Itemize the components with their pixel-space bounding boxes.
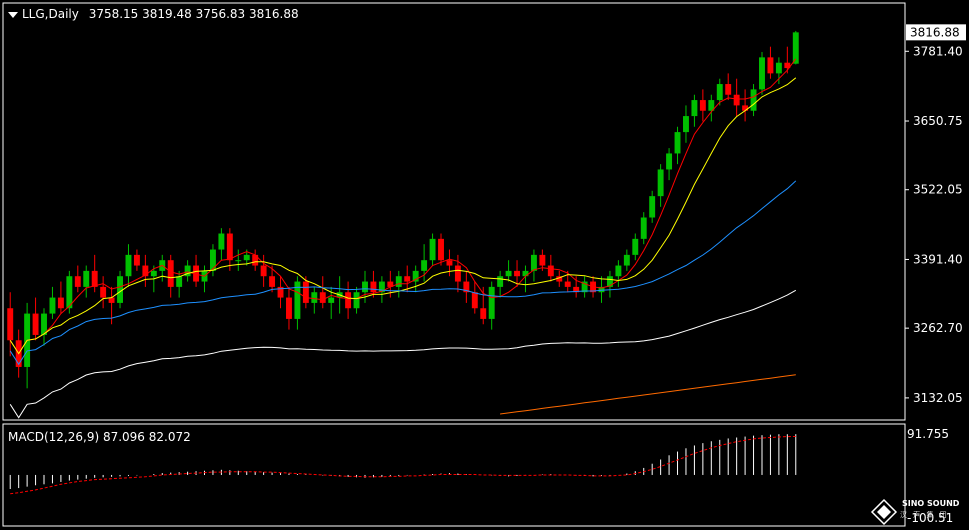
- candle-body: [209, 249, 216, 271]
- price-tick-label: 3650.75: [913, 114, 963, 128]
- candle-body: [530, 254, 537, 271]
- chart-header: LLG,Daily 3758.15 3819.48 3756.83 3816.8…: [8, 7, 299, 21]
- candle-body: [522, 270, 529, 277]
- candle-body: [623, 254, 630, 266]
- dropdown-triangle-icon[interactable]: [8, 11, 18, 18]
- candle-body: [302, 281, 309, 303]
- candle-body: [49, 297, 56, 314]
- macd-axis-top: 91.755: [907, 427, 949, 441]
- candle-body: [235, 260, 242, 262]
- ohlc-values: 3758.15 3819.48 3756.83 3816.88: [88, 7, 299, 21]
- candle-body: [395, 276, 402, 287]
- price-tick-label: 3781.40: [913, 44, 963, 58]
- candle-body: [691, 100, 698, 117]
- ma-long-line: [500, 374, 796, 415]
- candle-body: [775, 62, 782, 74]
- price-axis: 3781.40 3650.75 3522.05 3391.40 3262.70 3132.…: [905, 24, 966, 525]
- chart-canvas[interactable]: 3781.40 3650.75 3522.05 3391.40 3262.70 3132.…: [0, 0, 969, 530]
- candle-body: [615, 265, 622, 277]
- price-tick-label: 3262.70: [913, 321, 963, 335]
- candle-body: [767, 57, 774, 74]
- candle-body: [328, 297, 335, 303]
- watermark-sub: 汉 声 集 团: [900, 511, 949, 519]
- candle-body: [353, 292, 360, 309]
- candle-body: [226, 233, 233, 261]
- candle-body: [480, 308, 487, 319]
- current-price-label: 3816.88: [910, 25, 960, 39]
- candle-body: [488, 286, 495, 319]
- watermark-brand: SINO SOUND: [902, 499, 960, 508]
- candle-body: [150, 270, 157, 277]
- candle-body: [370, 281, 377, 293]
- candle-body: [742, 105, 749, 111]
- candle-body: [674, 132, 681, 154]
- candle-body: [750, 89, 757, 111]
- candle-body: [725, 84, 732, 95]
- candle-body: [759, 57, 765, 90]
- candle-body: [345, 292, 352, 309]
- candle-body: [218, 233, 225, 250]
- price-tick-label: 3391.40: [913, 252, 963, 266]
- candle-body: [100, 286, 107, 298]
- candle-body: [733, 94, 740, 106]
- candle-body: [657, 169, 664, 197]
- candle-body: [108, 297, 115, 303]
- candle-body: [421, 260, 428, 271]
- candle-body: [269, 276, 276, 287]
- candle-body: [683, 116, 689, 133]
- candle-body: [632, 238, 639, 255]
- candle-body: [514, 270, 520, 277]
- candle-body: [362, 281, 368, 293]
- candle-body: [286, 297, 292, 319]
- macd-label: MACD(12,26,9) 87.096 82.072: [8, 430, 191, 444]
- candle-body: [497, 276, 504, 287]
- symbol-timeframe: LLG,Daily: [22, 7, 79, 21]
- candlestick-series: [7, 30, 799, 389]
- candle-body: [699, 100, 706, 111]
- candle-body: [319, 292, 326, 303]
- candle-body: [429, 238, 436, 261]
- candle-body: [649, 196, 656, 218]
- candle-body: [176, 276, 183, 287]
- candle-body: [640, 217, 647, 239]
- candle-body: [83, 270, 90, 287]
- price-tick-label: 3522.05: [913, 183, 963, 197]
- candle-body: [438, 238, 444, 261]
- candle-body: [454, 265, 461, 282]
- candle-body: [547, 265, 554, 277]
- candle-body: [716, 84, 723, 101]
- candle-body: [666, 153, 673, 170]
- candle-body: [260, 265, 267, 277]
- ma60-line: [9, 289, 797, 419]
- candle-body: [471, 292, 478, 309]
- price-tick-label: 3132.05: [913, 391, 963, 405]
- candle-body: [133, 254, 140, 266]
- candle-body: [311, 292, 318, 303]
- ma5-line: [9, 58, 797, 355]
- candle-body: [243, 254, 250, 261]
- candle-body: [446, 260, 453, 266]
- candle-body: [564, 281, 571, 287]
- moving-averages: [9, 58, 797, 419]
- candle-body: [7, 308, 14, 341]
- candle-body: [167, 260, 174, 287]
- candle-body: [32, 313, 39, 335]
- candle-body: [125, 254, 132, 277]
- candle-body: [404, 276, 411, 282]
- candle-body: [91, 270, 98, 287]
- candle-body: [74, 276, 81, 287]
- candle-body: [57, 297, 64, 309]
- candle-body: [505, 270, 512, 277]
- candle-body: [117, 276, 123, 303]
- candle-body: [539, 254, 546, 266]
